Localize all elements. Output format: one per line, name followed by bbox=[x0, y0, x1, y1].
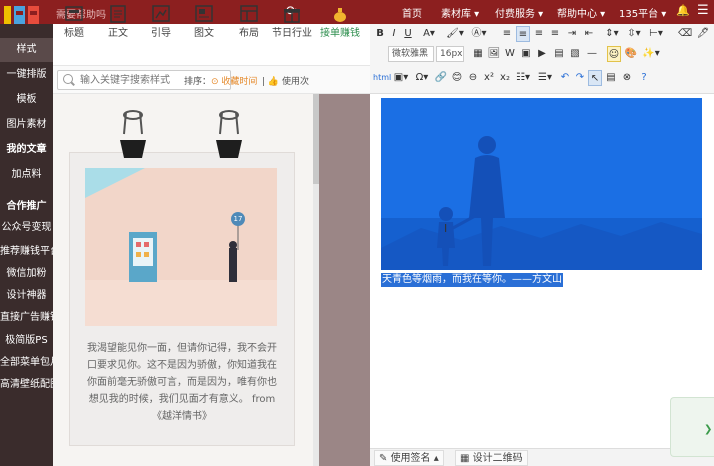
sidebar-item-ps[interactable]: 极简版PS bbox=[0, 329, 53, 353]
strikethrough-button[interactable]: ⊖ bbox=[466, 70, 480, 86]
binder-clip-icon bbox=[216, 110, 242, 158]
align-left-button[interactable]: ≡ bbox=[500, 26, 514, 42]
divider-icon[interactable]: — bbox=[585, 46, 599, 62]
guide-icon bbox=[152, 5, 170, 22]
card-quote: 我渴望能见你一面，但请你记得，我不会开口要求见你。这不是因为骄傲，你知道我在你面… bbox=[87, 343, 277, 422]
subscript-button[interactable]: x₂ bbox=[498, 70, 512, 86]
emotion-icon[interactable]: 😊 bbox=[450, 70, 464, 86]
sidebar-item-templates[interactable]: 模板 bbox=[0, 88, 53, 112]
menu-icon[interactable]: ☰ bbox=[697, 3, 709, 18]
title-icon bbox=[65, 6, 83, 21]
align-center-button[interactable]: ≡ bbox=[516, 26, 530, 42]
sidebar-item-design[interactable]: 设计神器 bbox=[0, 284, 53, 308]
font-color-button[interactable]: A▾ bbox=[419, 26, 439, 42]
unordered-list-button[interactable]: ☰▾ bbox=[536, 70, 554, 86]
overlay-strip bbox=[319, 94, 370, 466]
paint-icon[interactable]: 🎨 bbox=[624, 46, 638, 62]
sidebar-item-recommend[interactable]: 推荐赚钱平台 bbox=[0, 240, 53, 264]
underline-button[interactable]: U bbox=[403, 26, 413, 42]
italic-button[interactable]: I bbox=[389, 26, 399, 42]
layout-icon bbox=[240, 5, 258, 22]
symbol-button[interactable]: Ω▾ bbox=[413, 70, 431, 86]
magic-icon[interactable]: ✨▾ bbox=[641, 46, 661, 62]
image-icon[interactable]: 🖼 bbox=[487, 46, 501, 62]
line-height-button[interactable]: ⇕▾ bbox=[603, 26, 621, 42]
sidebar-item-wallpaper[interactable]: 高清壁纸配图 bbox=[0, 373, 53, 397]
sort-by-usage[interactable]: | 👍 使用次 bbox=[262, 74, 309, 87]
card-illustration bbox=[85, 168, 277, 326]
design-qrcode-button[interactable]: ▦ 设计二维码 bbox=[455, 450, 528, 466]
paragraph-spacing-button[interactable]: ⇳▾ bbox=[625, 26, 643, 42]
tab-image-text[interactable]: 图文 bbox=[189, 0, 219, 42]
format-brush-icon[interactable]: 🖋 bbox=[696, 26, 710, 42]
money-bag-icon bbox=[334, 8, 346, 22]
outdent-button[interactable]: ⇤ bbox=[582, 26, 596, 42]
highlight-button[interactable]: 🖌▾ bbox=[444, 26, 466, 42]
use-signature-button[interactable]: ✎ 使用签名 ▴ bbox=[374, 450, 444, 466]
tab-title[interactable]: 标题 bbox=[59, 0, 89, 42]
help-icon[interactable]: ? bbox=[637, 70, 651, 86]
side-widget[interactable]: ❯ bbox=[670, 397, 714, 457]
illustration-badge: 17 bbox=[231, 212, 245, 226]
screenshot-icon[interactable]: ▤ bbox=[552, 46, 566, 62]
text-cursor-icon: I bbox=[444, 222, 448, 235]
align-justify-button[interactable]: ≡ bbox=[548, 26, 562, 42]
sidebar-item-wechat-fans[interactable]: 微信加粉 bbox=[0, 262, 53, 286]
table-icon[interactable]: ▦ bbox=[471, 46, 485, 62]
bold-button[interactable]: B bbox=[375, 26, 385, 42]
indent-button[interactable]: ⇥ bbox=[565, 26, 579, 42]
font-size-select[interactable]: 16px bbox=[436, 46, 464, 62]
undo-button[interactable]: ↶ bbox=[558, 70, 572, 86]
nav-home[interactable]: 首页 bbox=[402, 5, 422, 20]
widget-icon: ❯ bbox=[704, 424, 713, 435]
nav-help[interactable]: 帮助中心 ▾ bbox=[557, 5, 605, 20]
binocular-icon[interactable]: ⊗ bbox=[620, 70, 634, 86]
gift-icon bbox=[284, 9, 300, 23]
ordered-list-button[interactable]: ☷▾ bbox=[514, 70, 532, 86]
nav-paid[interactable]: 付费服务 ▾ bbox=[495, 5, 543, 20]
body-text-icon bbox=[110, 5, 126, 23]
binder-clip-icon bbox=[120, 110, 146, 158]
sidebar-item-all-menu[interactable]: 全部菜单包月 bbox=[0, 351, 53, 375]
tab-body[interactable]: 正文 bbox=[103, 0, 133, 42]
link-icon[interactable]: 🔗 bbox=[434, 70, 448, 86]
cursor-mode-button[interactable]: ↖ bbox=[588, 70, 602, 86]
text-effect-button[interactable]: Ⓐ▾ bbox=[469, 26, 489, 42]
nav-materials[interactable]: 素材库 ▾ bbox=[441, 5, 479, 20]
sidebar-item-styles[interactable]: 样式 bbox=[0, 38, 53, 62]
superscript-button[interactable]: x² bbox=[482, 70, 496, 86]
word-icon[interactable]: W bbox=[503, 46, 517, 62]
html-source-button[interactable]: html bbox=[373, 70, 391, 86]
editor-photo[interactable] bbox=[381, 98, 702, 270]
redo-button[interactable]: ↷ bbox=[573, 70, 587, 86]
font-family-select[interactable]: 微软雅黑 bbox=[388, 46, 434, 62]
sidebar-item-images[interactable]: 图片素材 bbox=[0, 113, 53, 137]
video-icon[interactable]: ▶ bbox=[535, 46, 549, 62]
sidebar-item-monetize[interactable]: 公众号变现 bbox=[0, 216, 53, 240]
sidebar-item-my-articles[interactable]: 我的文章 bbox=[0, 138, 53, 162]
sidebar-item-one-click[interactable]: 一键排版 bbox=[0, 63, 53, 87]
spacing-button[interactable]: ⊢▾ bbox=[647, 26, 665, 42]
sort-label: 排序： bbox=[184, 77, 212, 87]
tab-layout[interactable]: 布局 bbox=[234, 0, 264, 42]
preview-icon[interactable]: ▤ bbox=[604, 70, 618, 86]
tab-guide[interactable]: 引导 bbox=[146, 0, 176, 42]
sidebar-item-extras[interactable]: 加点料 bbox=[0, 163, 53, 187]
template-button[interactable]: ▣▾ bbox=[391, 70, 411, 86]
image-edit-icon[interactable]: ▧ bbox=[568, 46, 582, 62]
eraser-icon[interactable]: ⌫ bbox=[678, 26, 692, 42]
bell-icon[interactable]: 🔔 bbox=[676, 4, 690, 17]
sort-by-favorite[interactable]: ⊙ 收藏时间 bbox=[211, 74, 257, 87]
nav-platform[interactable]: 135平台 ▾ bbox=[619, 5, 666, 20]
tab-festival[interactable]: 节日行业 bbox=[271, 0, 313, 42]
tab-earn[interactable]: 接单赚钱 bbox=[317, 0, 363, 42]
image-gallery-icon[interactable]: ▣ bbox=[519, 46, 533, 62]
editor-caption[interactable]: 天青色等烟雨，而我在等你。——方文山 bbox=[381, 273, 563, 287]
image-text-icon bbox=[195, 5, 213, 22]
align-right-button[interactable]: ≡ bbox=[532, 26, 546, 42]
emoji-frame-icon[interactable]: ☺ bbox=[607, 46, 621, 62]
sidebar-item-ads[interactable]: 直接广告赚钱 bbox=[0, 306, 53, 330]
